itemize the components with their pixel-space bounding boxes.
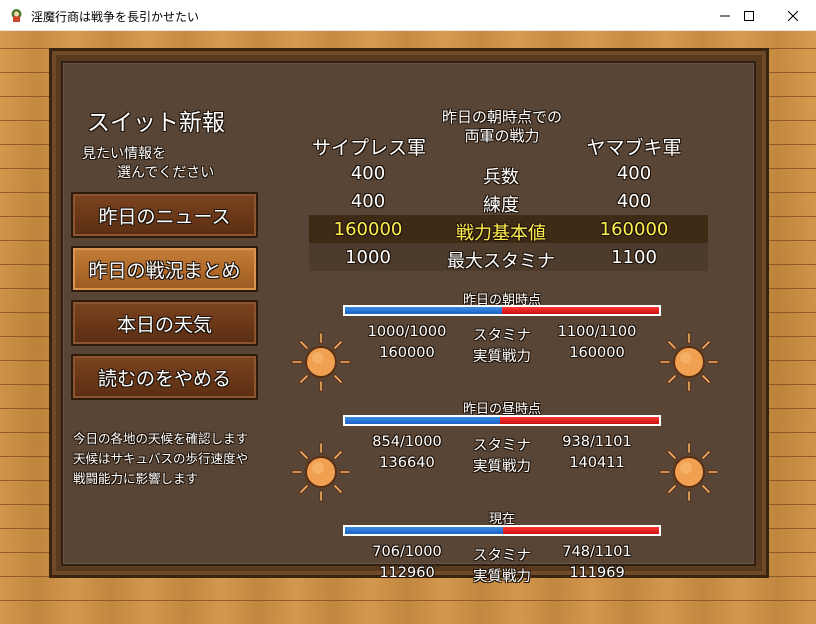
menu-label: 本日の天気 [116, 313, 212, 336]
menu-label: 昨日の戦況まとめ [88, 259, 241, 282]
maximize-icon [744, 10, 754, 21]
sun-icon [291, 442, 351, 502]
menu-weather-button[interactable]: 本日の天気 [71, 300, 258, 346]
window-title: 淫魔行商は戦争を長引かせたい [31, 10, 200, 24]
right-stamina: 1100/1100 [557, 324, 637, 340]
right-army-bar [502, 527, 659, 534]
description-line: 今日の各地の天候を確認します [73, 431, 249, 446]
app-icon [11, 9, 22, 22]
right-value: 160000 [599, 219, 669, 240]
menu-label: 昨日のニュース [98, 205, 231, 228]
right-value: 400 [616, 163, 652, 184]
close-button[interactable] [770, 0, 816, 31]
right-power: 160000 [569, 345, 625, 361]
stamina-balance-bar [343, 525, 661, 536]
newspaper-title: スイット新報 [87, 110, 225, 136]
sun-icon [659, 332, 719, 392]
stamina-balance-bar [343, 415, 661, 426]
sun-icon [291, 332, 351, 392]
right-power: 111969 [569, 565, 625, 581]
right-army-bar [499, 417, 659, 424]
left-army-bar [345, 307, 502, 314]
right-value: 1100 [611, 247, 657, 268]
menu-yesterday-news-button[interactable]: 昨日のニュース [71, 192, 258, 238]
right-stamina: 938/1101 [562, 434, 632, 450]
comparison-header-line-1: 昨日の朝時点での [441, 108, 562, 126]
menu-label: 読むのをやめる [97, 367, 231, 390]
left-army-bar [345, 417, 500, 424]
right-stamina: 748/1101 [562, 544, 632, 560]
sun-icon [659, 442, 719, 502]
right-army-name: ヤマブキ軍 [586, 137, 682, 159]
stamina-balance-bar [343, 305, 661, 316]
hint-line-1: 見たい情報を [82, 146, 166, 162]
right-army-bar [502, 307, 659, 314]
close-icon [788, 10, 798, 21]
left-army-name: サイプレス軍 [311, 137, 426, 159]
window-titlebar: 淫魔行商は戦争を長引かせたい [0, 0, 816, 31]
maximize-button[interactable] [726, 0, 772, 31]
description-line: 戦闘能力に影響します [73, 471, 199, 486]
menu-battle-summary-button[interactable]: 昨日の戦況まとめ [71, 246, 258, 292]
description-line: 天候はサキュバスの歩行速度や [73, 451, 249, 466]
menu-stop-reading-button[interactable]: 読むのをやめる [71, 354, 258, 400]
hint-line-2: 選んでください [117, 165, 215, 181]
left-army-bar [345, 527, 503, 534]
right-power: 140411 [569, 455, 625, 471]
right-value: 400 [616, 191, 652, 212]
